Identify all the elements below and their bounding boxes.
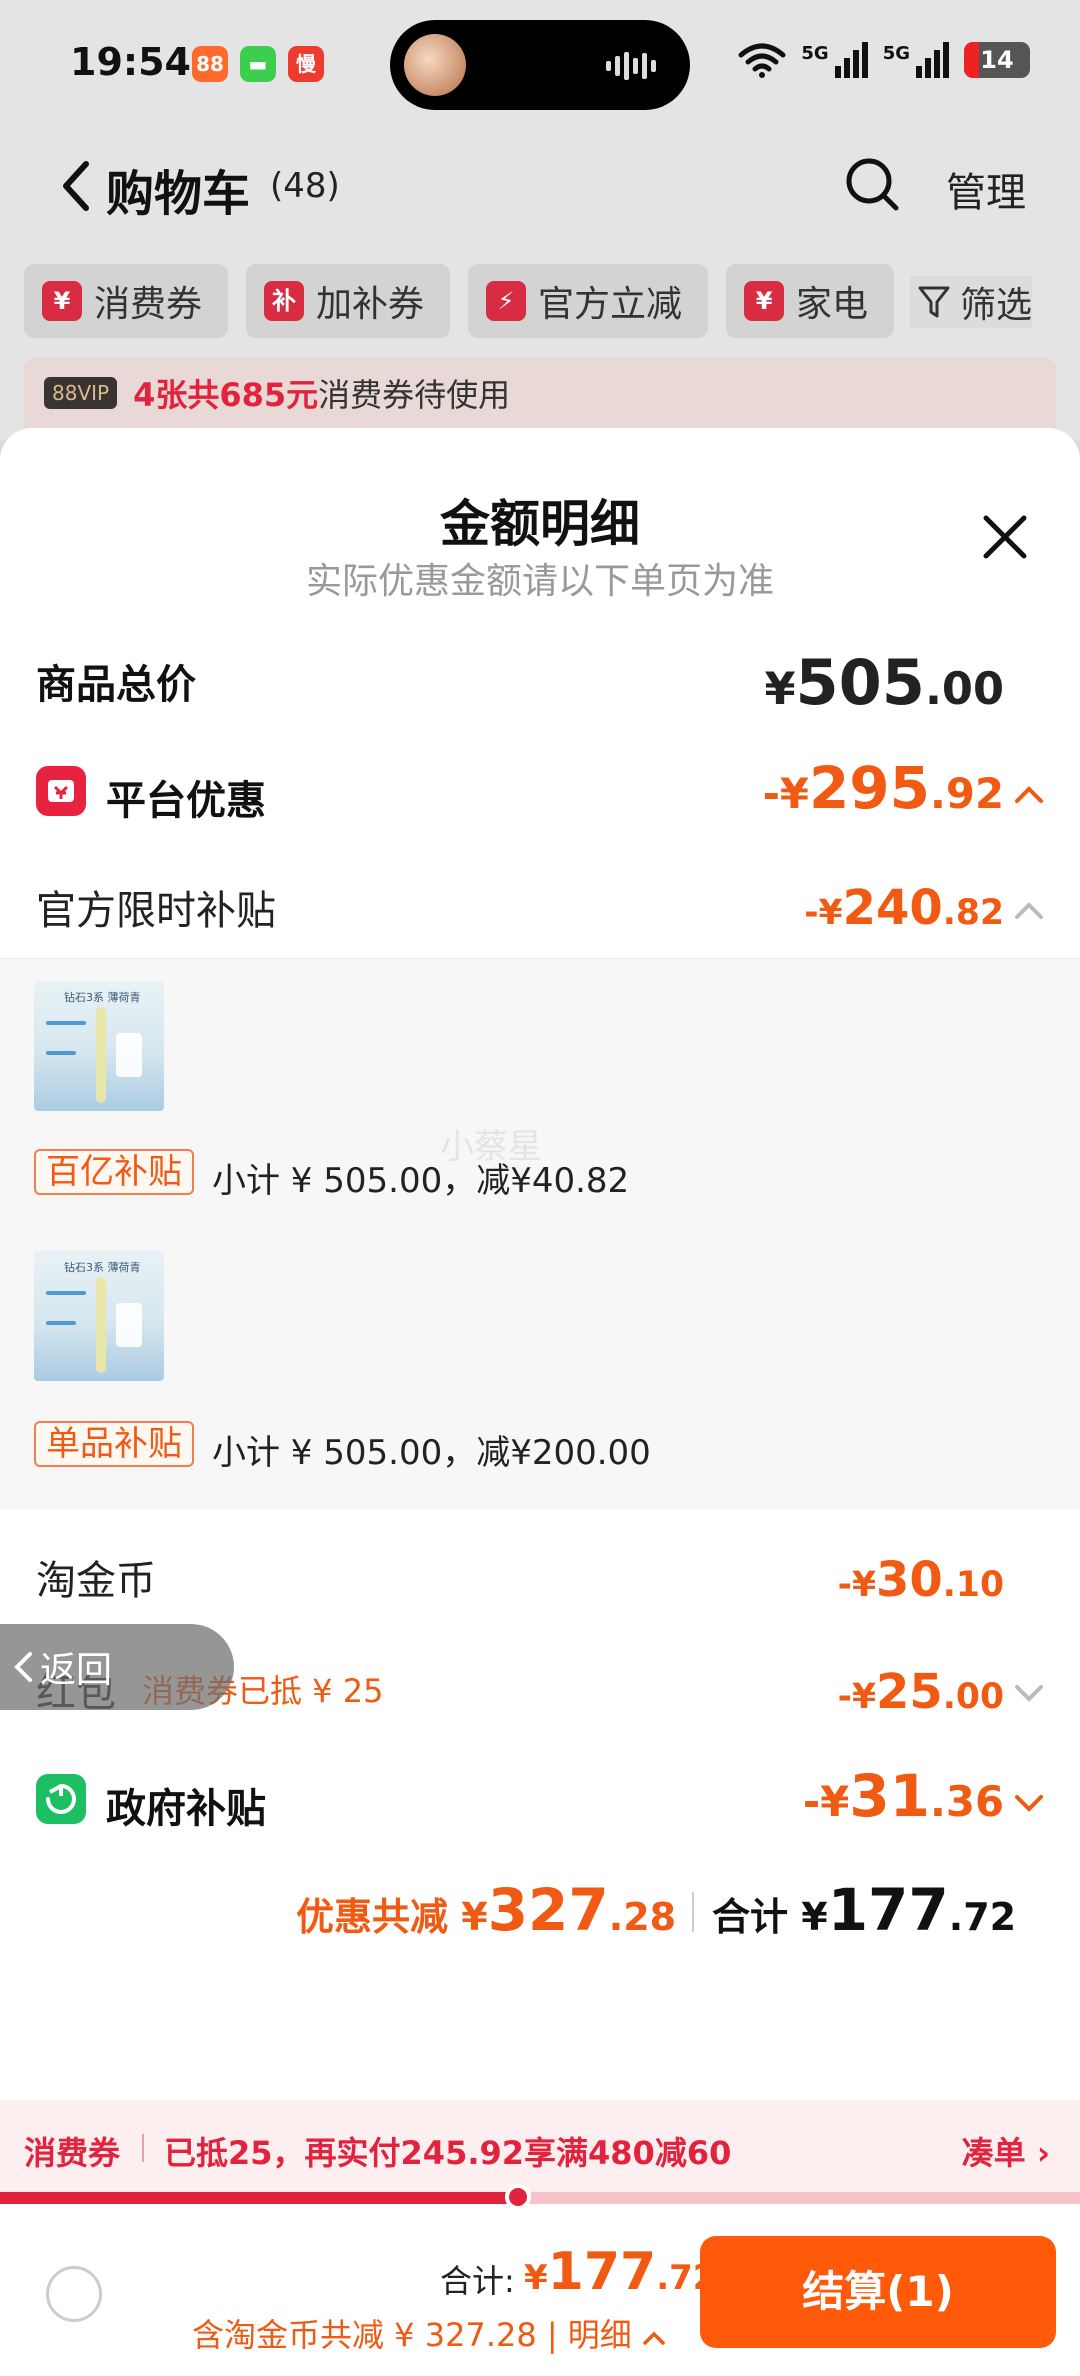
checkout-total-amount: ¥177.72 [524,2242,717,2302]
chevron-down-icon[interactable] [1014,1794,1044,1814]
coins-label: 淘金币 [36,1558,156,1604]
platform-discount-row[interactable]: 平台优惠 -¥295.92 [36,750,1044,830]
chip-label: 家电 [796,284,869,325]
subsidy-items-panel: 钻石3系 薄荷青 百亿补贴 小计 ¥ 505.00，减¥40.82 小蔡星 钻石… [0,958,1080,1510]
network-type-1: 5G [801,42,829,64]
chevron-up-icon [643,2331,665,2345]
status-bar: 19:54 88 ▬ 慢 5G 5G 14 [0,0,1080,130]
chip-label: 官方立减 [538,284,683,325]
official-subsidy-amount: -¥240.82 [804,880,1004,936]
chip-subsidy-coupon[interactable]: 补 加补券 [246,264,451,338]
checkout-detail-link[interactable]: 含淘金币共减 ¥ 327.28 | 明细 [192,2310,666,2356]
coupon-icon: ¥ [744,281,785,321]
search-icon[interactable] [844,156,900,212]
platform-discount-amount: -¥295.92 [762,754,1004,822]
signal-icon [834,42,868,78]
chip-consumer-coupon[interactable]: ¥ 消费券 [24,264,229,338]
lightning-icon: ⚡ [486,281,527,321]
status-time: 19:54 [70,40,191,84]
government-subsidy-icon [36,1774,86,1824]
wifi-icon [738,43,786,78]
official-subsidy-row[interactable]: 官方限时补贴 -¥240.82 [36,868,1044,948]
select-all-checkbox[interactable] [46,2266,102,2322]
item-subtotal-text: 小计 ¥ 505.00，减¥200.00 [212,1433,651,1473]
messages-app-icon: ▬ [240,46,276,82]
checkout-bar: 合计: ¥177.72 含淘金币共减 ¥ 327.28 | 明细 结算(1) [0,2206,1080,2376]
close-icon[interactable] [980,512,1030,562]
taobao-coins-row: 淘金币 -¥30.10 [36,1538,1044,1618]
chevron-left-icon [14,1652,32,1682]
filter-button[interactable]: 筛选 [910,276,1033,328]
signal-icon [916,42,949,78]
platform-discount-label: 平台优惠 [106,778,266,824]
battery-level: 14 [980,46,1014,74]
coupon-notice[interactable]: 88VIP 4张共685元消费券待使用 [24,358,1056,428]
watermark-text: 小蔡星 [440,1127,542,1167]
dynamic-island [390,20,690,110]
tag-billion-subsidy: 百亿补贴 [34,1149,194,1195]
progress-fill [0,2192,519,2204]
filter-label: 筛选 [960,285,1033,326]
coupon-progress [0,2184,1080,2210]
item-subtotal-text: 小计 ¥ 505.00，减¥40.82 [212,1161,630,1201]
platform-coupon-icon [36,766,86,816]
manage-button[interactable]: 管理 [946,160,1026,218]
sheet-subtitle: 实际优惠金额请以下单页为准 [305,561,774,602]
sheet-title: 金额明细 [440,495,640,553]
government-subsidy-label: 政府补贴 [106,1786,266,1832]
cart-count: (48) [270,166,340,206]
media-thumbnail [404,34,466,96]
notice-highlight: 4张共685元 [133,376,319,414]
coupon-label: 消费券 [24,2134,121,2172]
product-thumbnail[interactable]: 钻石3系 薄荷青 [34,981,164,1111]
product-thumbnail[interactable]: 钻石3系 薄荷青 [34,1251,164,1381]
divider [692,1892,694,1932]
filter-chips: ¥ 消费券 补 加补券 ⚡ 官方立减 ¥ 家电 [24,264,895,338]
chip-label: 加补券 [316,284,425,325]
chevron-up-icon[interactable] [1014,900,1044,920]
checkout-button[interactable]: 结算(1) [700,2236,1056,2348]
back-arrow-icon[interactable] [58,158,92,214]
total-discount: 优惠共减 ¥327.28 [296,1876,677,1944]
add-items-link[interactable]: 凑单 › [962,2128,1050,2174]
goods-total-row: 商品总价 ¥505.00 [36,646,1044,726]
subsidy-icon: 补 [264,281,305,321]
system-indicators: 5G 5G 14 [737,42,1030,78]
page-title: 购物车 [106,166,251,222]
battery-indicator: 14 [964,42,1030,78]
chip-official-discount[interactable]: ⚡ 官方立减 [468,264,709,338]
goods-total-label: 商品总价 [36,662,196,708]
coupon-progress-text: 已抵25，再实付245.92享满480减60 [164,2134,732,2172]
coins-amount: -¥30.10 [837,1552,1004,1608]
chip-label: 消费券 [94,284,203,325]
chip-appliance[interactable]: ¥ 家电 [726,264,895,338]
chevron-up-icon[interactable] [1014,784,1044,804]
totals-summary: 优惠共减 ¥327.28 合计 ¥177.72 [0,1868,1080,1948]
chevron-down-icon[interactable] [1014,1684,1044,1704]
tag-single-subsidy: 单品补贴 [34,1421,194,1467]
goods-total-amount: ¥505.00 [764,646,1004,719]
navigation-bar: 购物车 (48) 管理 [0,140,1080,230]
divider [142,2134,144,2162]
audio-wave-icon [606,52,656,80]
vip-badge: 88VIP [44,377,118,409]
government-subsidy-row[interactable]: 政府补贴 -¥31.36 [36,1758,1044,1842]
checkout-total-label: 合计: [440,2262,515,2300]
amount-detail-sheet: 金额明细 实际优惠金额请以下单页为准 商品总价 ¥505.00 平台优惠 -¥2… [0,428,1080,2376]
coupon-progress-bar[interactable]: 消费券 已抵25，再实付245.92享满480减60 凑单 › [0,2100,1080,2196]
official-subsidy-label: 官方限时补贴 [36,888,276,934]
government-subsidy-amount: -¥31.36 [802,1762,1004,1830]
coupon-icon: ¥ [42,281,82,321]
red-packet-amount: -¥25.00 [837,1664,1004,1720]
taobao-app-icon: 88 [192,46,228,82]
man-app-icon: 慢 [288,46,324,82]
funnel-icon [918,286,950,318]
total-sum: 合计 ¥177.72 [712,1876,1017,1944]
back-label: 返回 [40,1650,113,1691]
notice-text: 消费券待使用 [318,376,511,414]
network-type-2: 5G [882,42,910,64]
floating-back-button[interactable]: 返回 [0,1624,234,1710]
